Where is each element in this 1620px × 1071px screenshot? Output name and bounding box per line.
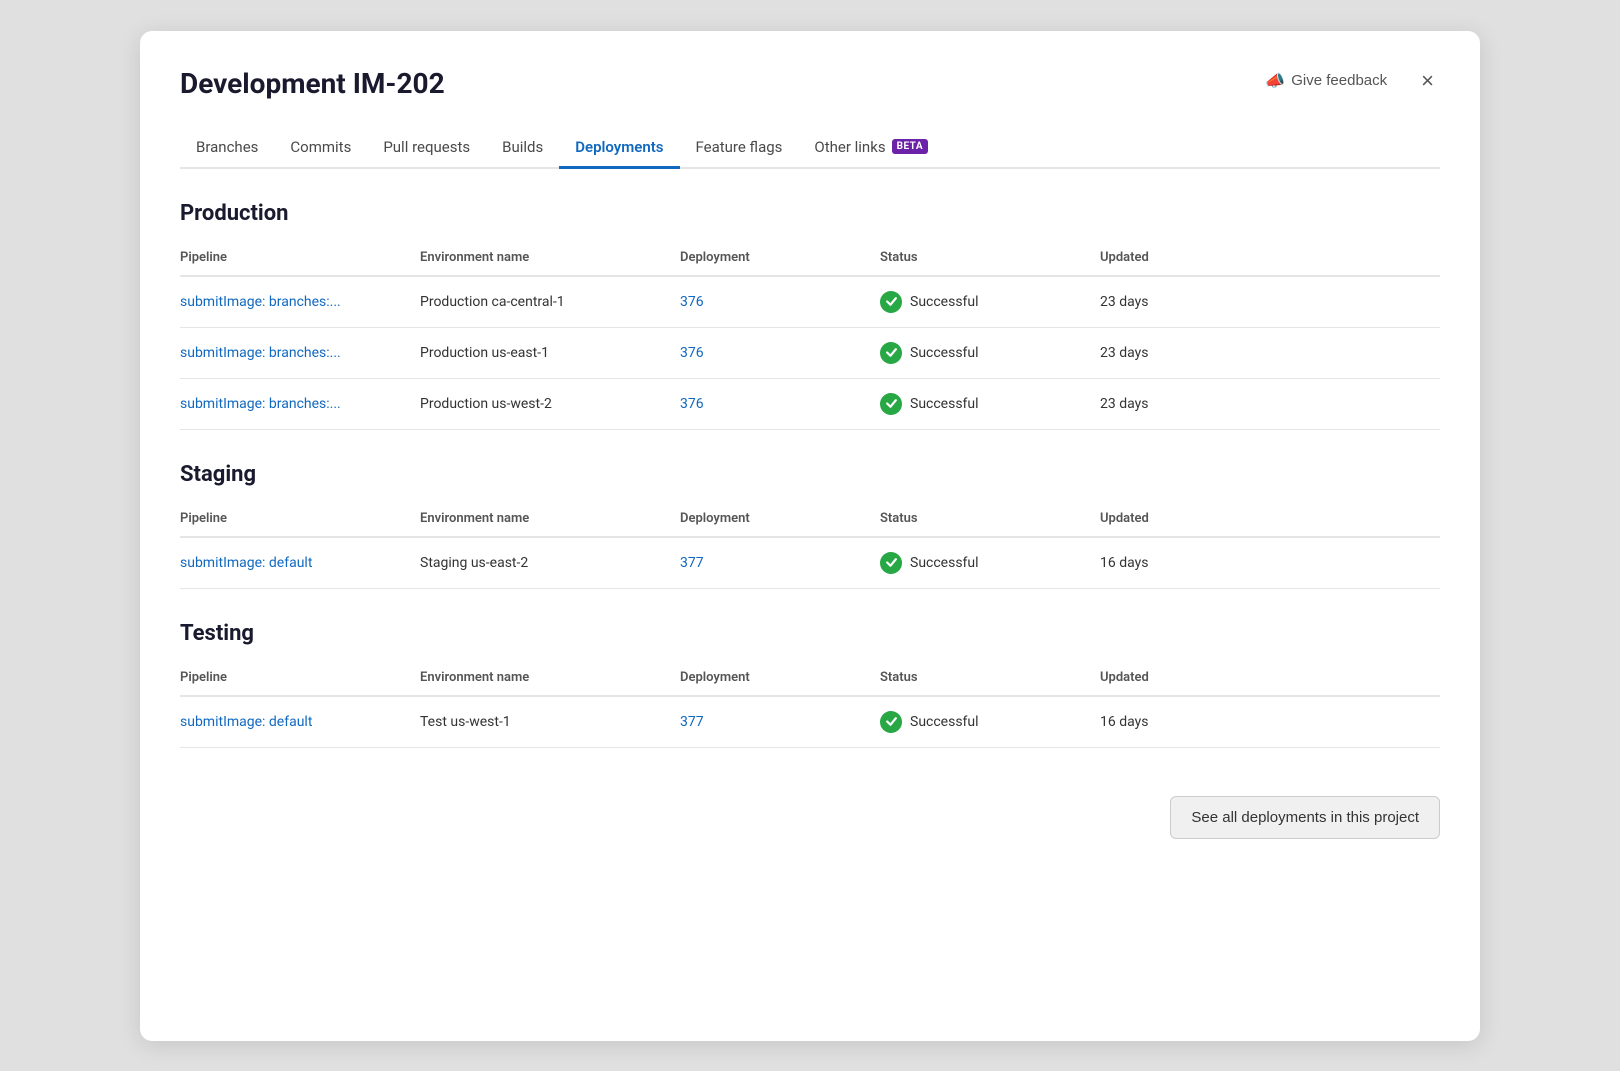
status-label: Successful [910, 396, 979, 412]
status-label: Successful [910, 555, 979, 571]
col-header-pipeline: Pipeline [180, 503, 420, 537]
pipeline-link[interactable]: submitImage: branches:... [180, 396, 341, 412]
tab-pull-requests[interactable]: Pull requests [367, 128, 486, 169]
tab-deployments[interactable]: Deployments [559, 128, 679, 169]
col-header-pipeline: Pipeline [180, 662, 420, 696]
success-icon [880, 552, 902, 574]
table-row: submitImage: branches:... Production us-… [180, 327, 1440, 378]
env-name: Production us-west-2 [420, 378, 680, 429]
table-row: submitImage: branches:... Production ca-… [180, 276, 1440, 328]
status-cell: Successful [880, 711, 1088, 733]
staging-table-header: Pipeline Environment name Deployment Sta… [180, 503, 1440, 537]
status-cell: Successful [880, 291, 1088, 313]
pipeline-link[interactable]: submitImage: default [180, 714, 312, 730]
col-header-deployment: Deployment [680, 662, 880, 696]
table-row: submitImage: default Staging us-east-2 3… [180, 537, 1440, 589]
modal-title: Development IM-202 [180, 67, 445, 100]
tab-commits[interactable]: Commits [274, 128, 367, 169]
tab-feature-flags[interactable]: Feature flags [680, 128, 799, 169]
success-icon [880, 291, 902, 313]
tabs-nav: Branches Commits Pull requests Builds De… [180, 128, 1440, 169]
production-title: Production [180, 201, 1440, 226]
table-row: submitImage: default Test us-west-1 377 … [180, 696, 1440, 748]
testing-table-header: Pipeline Environment name Deployment Sta… [180, 662, 1440, 696]
deployment-link[interactable]: 376 [680, 396, 704, 412]
modal-header: Development IM-202 📣 Give feedback × [180, 67, 1440, 100]
status-label: Successful [910, 294, 979, 310]
production-section: Production Pipeline Environment name Dep… [180, 201, 1440, 430]
status-label: Successful [910, 345, 979, 361]
success-icon [880, 711, 902, 733]
col-header-deployment: Deployment [680, 242, 880, 276]
col-header-pipeline: Pipeline [180, 242, 420, 276]
env-name: Production us-east-1 [420, 327, 680, 378]
pipeline-link[interactable]: submitImage: default [180, 555, 312, 571]
updated-value: 16 days [1100, 696, 1440, 748]
close-button[interactable]: × [1415, 68, 1440, 94]
col-header-env: Environment name [420, 242, 680, 276]
col-header-updated: Updated [1100, 662, 1440, 696]
megaphone-icon: 📣 [1265, 71, 1285, 91]
staging-table: Pipeline Environment name Deployment Sta… [180, 503, 1440, 589]
modal-container: Development IM-202 📣 Give feedback × Bra… [140, 31, 1480, 1041]
header-actions: 📣 Give feedback × [1257, 67, 1440, 95]
updated-value: 23 days [1100, 276, 1440, 328]
col-header-env: Environment name [420, 503, 680, 537]
see-all-deployments-button[interactable]: See all deployments in this project [1170, 796, 1440, 839]
feedback-label: Give feedback [1291, 72, 1387, 89]
tab-other-links[interactable]: Other links BETA [798, 128, 944, 169]
env-name: Production ca-central-1 [420, 276, 680, 328]
updated-value: 16 days [1100, 537, 1440, 589]
col-header-env: Environment name [420, 662, 680, 696]
col-header-deployment: Deployment [680, 503, 880, 537]
col-header-status: Status [880, 662, 1100, 696]
success-icon [880, 393, 902, 415]
updated-value: 23 days [1100, 378, 1440, 429]
testing-title: Testing [180, 621, 1440, 646]
deployment-link[interactable]: 377 [680, 714, 704, 730]
staging-section: Staging Pipeline Environment name Deploy… [180, 462, 1440, 589]
production-table-header: Pipeline Environment name Deployment Sta… [180, 242, 1440, 276]
beta-badge: BETA [892, 139, 929, 154]
staging-title: Staging [180, 462, 1440, 487]
col-header-updated: Updated [1100, 503, 1440, 537]
testing-table: Pipeline Environment name Deployment Sta… [180, 662, 1440, 748]
tab-branches[interactable]: Branches [180, 128, 274, 169]
testing-section: Testing Pipeline Environment name Deploy… [180, 621, 1440, 748]
col-header-status: Status [880, 242, 1100, 276]
pipeline-link[interactable]: submitImage: branches:... [180, 345, 341, 361]
feedback-button[interactable]: 📣 Give feedback [1257, 67, 1395, 95]
tab-builds[interactable]: Builds [486, 128, 559, 169]
env-name: Test us-west-1 [420, 696, 680, 748]
updated-value: 23 days [1100, 327, 1440, 378]
env-name: Staging us-east-2 [420, 537, 680, 589]
deployments-content: Production Pipeline Environment name Dep… [180, 169, 1440, 748]
status-cell: Successful [880, 393, 1088, 415]
production-table: Pipeline Environment name Deployment Sta… [180, 242, 1440, 430]
modal-footer: See all deployments in this project [180, 780, 1440, 839]
status-cell: Successful [880, 552, 1088, 574]
col-header-status: Status [880, 503, 1100, 537]
table-row: submitImage: branches:... Production us-… [180, 378, 1440, 429]
status-label: Successful [910, 714, 979, 730]
success-icon [880, 342, 902, 364]
status-cell: Successful [880, 342, 1088, 364]
deployment-link[interactable]: 376 [680, 294, 704, 310]
pipeline-link[interactable]: submitImage: branches:... [180, 294, 341, 310]
deployment-link[interactable]: 377 [680, 555, 704, 571]
deployment-link[interactable]: 376 [680, 345, 704, 361]
other-links-label: Other links [814, 138, 885, 156]
col-header-updated: Updated [1100, 242, 1440, 276]
